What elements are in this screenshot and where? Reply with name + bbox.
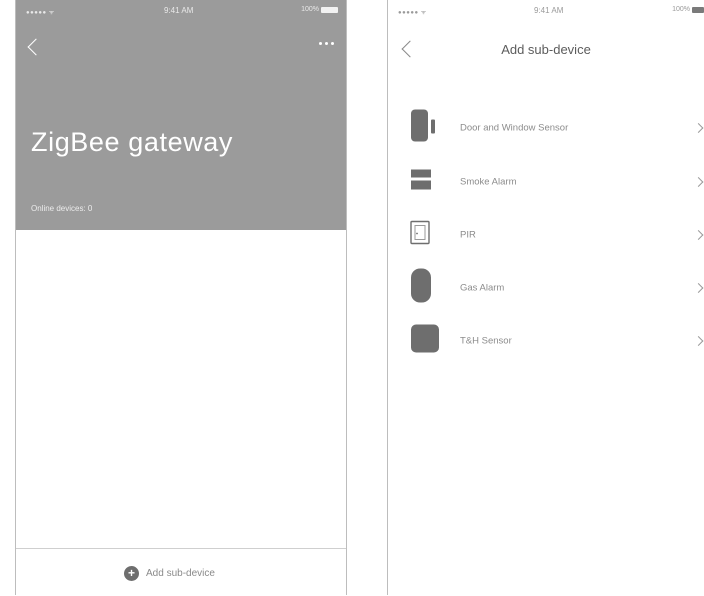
device-label: Door and Window Sensor — [460, 122, 569, 134]
device-label: T&H Sensor — [460, 335, 512, 347]
device-row-door-window-sensor[interactable]: Door and Window Sensor — [388, 108, 704, 148]
battery-percent: 100% — [672, 6, 690, 13]
gas-alarm-icon — [410, 268, 432, 308]
chevron-right-icon — [693, 336, 704, 346]
device-label: Gas Alarm — [460, 282, 505, 294]
back-chevron-icon[interactable] — [27, 38, 45, 56]
signal-indicator: ●●●●● ᯤ — [398, 10, 427, 16]
pir-sensor-icon — [410, 220, 430, 250]
plus-circle-icon: + — [124, 566, 139, 581]
page-title: Add sub-device — [501, 42, 591, 57]
th-sensor-icon — [410, 324, 440, 359]
bottom-action-bar: + Add sub-device — [16, 548, 346, 596]
chevron-right-icon — [693, 283, 704, 293]
device-label: PIR — [460, 229, 476, 241]
battery-indicator: 100% — [301, 6, 338, 13]
smoke-alarm-icon — [410, 169, 432, 195]
gateway-title: ZigBee gateway — [31, 127, 234, 157]
gateway-header: ●●●●● ᯤ 9:41 AM 100% ZigBee gateway Onli… — [16, 0, 346, 230]
status-time: 9:41 AM — [534, 6, 564, 15]
battery-indicator: 100% — [672, 6, 704, 13]
device-label: Smoke Alarm — [460, 176, 517, 188]
battery-icon — [692, 6, 704, 13]
add-sub-device-button[interactable]: + Add sub-device — [124, 566, 215, 581]
device-row-gas-alarm[interactable]: Gas Alarm — [388, 268, 704, 308]
door-window-sensor-icon — [410, 109, 436, 147]
device-row-smoke-alarm[interactable]: Smoke Alarm — [388, 162, 704, 202]
status-time: 9:41 AM — [164, 6, 194, 15]
add-sub-device-label: Add sub-device — [146, 568, 215, 579]
chevron-right-icon — [693, 230, 704, 240]
device-row-th-sensor[interactable]: T&H Sensor — [388, 321, 704, 361]
battery-icon — [321, 6, 338, 13]
online-devices-count: Online devices: 0 — [31, 204, 93, 213]
more-dots-icon[interactable] — [319, 42, 334, 45]
chevron-right-icon — [693, 123, 704, 133]
device-row-pir[interactable]: PIR — [388, 215, 704, 255]
battery-percent: 100% — [301, 6, 319, 13]
add-sub-device-screen: ●●●●● ᯤ 9:41 AM 100% Add sub-device Door… — [387, 0, 704, 595]
chevron-right-icon — [693, 177, 704, 187]
gateway-screen: ●●●●● ᯤ 9:41 AM 100% ZigBee gateway Onli… — [15, 0, 347, 595]
signal-indicator: ●●●●● ᯤ — [26, 10, 55, 16]
